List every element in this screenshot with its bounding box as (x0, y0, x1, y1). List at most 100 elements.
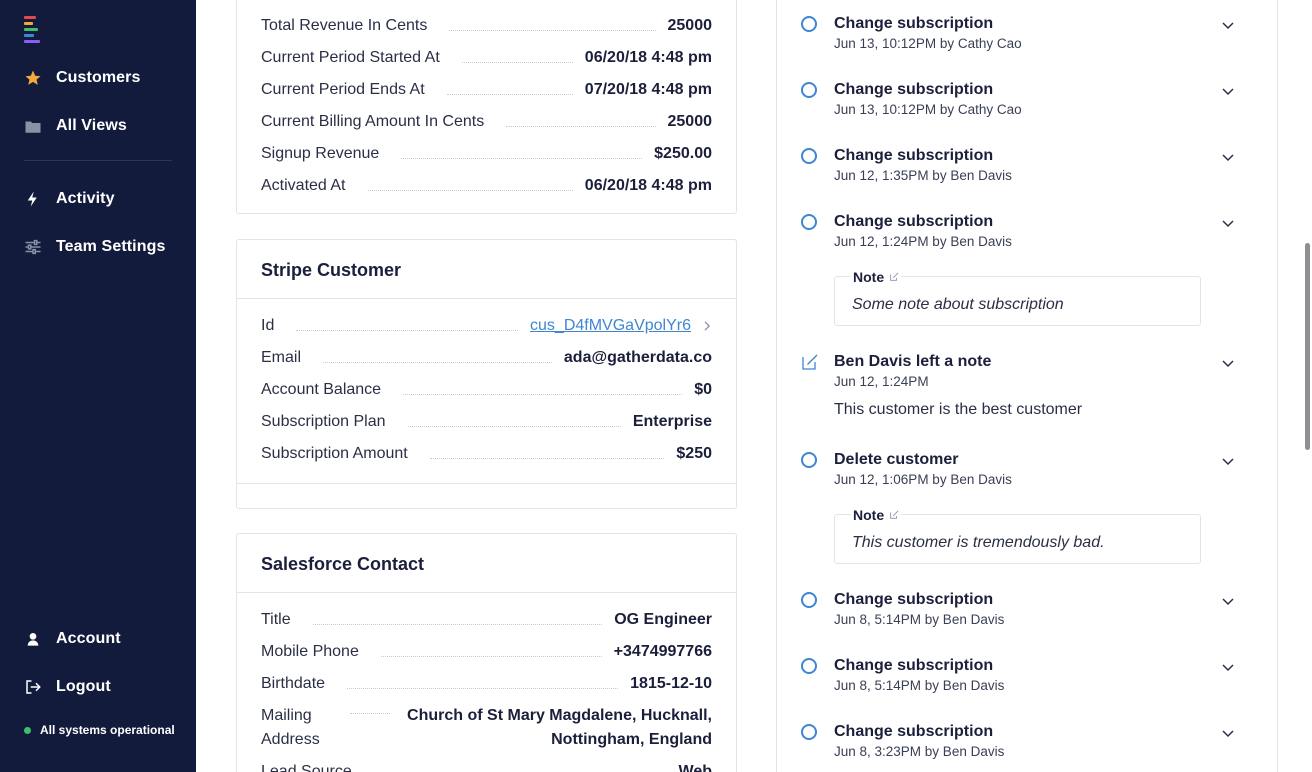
kv-row: Subscription Amount $250 (237, 438, 736, 470)
event-circle-icon (801, 658, 817, 674)
edit-icon[interactable] (889, 272, 899, 282)
timeline-item[interactable]: Change subscription Jun 13, 10:12PM by C… (801, 81, 1251, 121)
timeline-item[interactable]: Change subscription Jun 12, 1:24PM by Be… (801, 213, 1251, 328)
note-label: Note (851, 507, 902, 523)
chevron-down-icon[interactable] (1220, 725, 1236, 741)
kv-row: Mailing Address Church of St Mary Magdale… (237, 700, 736, 756)
timeline-item[interactable]: Change subscription Jun 8, 5:14PM by Ben… (801, 657, 1251, 697)
nav-customers-label: Customers (56, 69, 141, 86)
nav-logout-label: Logout (56, 678, 111, 695)
chevron-down-icon[interactable] (1220, 83, 1236, 99)
nav-account-label: Account (56, 630, 121, 647)
kv-key: Current Billing Amount In Cents (261, 113, 485, 130)
kv-value: 07/20/18 4:48 pm (584, 81, 712, 98)
chevron-down-icon[interactable] (1220, 149, 1236, 165)
kv-value: 06/20/18 4:48 pm (584, 49, 712, 66)
chevron-down-icon[interactable] (1220, 215, 1236, 231)
kv-value: $250.00 (654, 145, 712, 162)
kv-value: Web (678, 763, 712, 772)
timeline-meta: Jun 13, 10:12PM by Cathy Cao (834, 102, 1022, 117)
event-circle-icon (801, 16, 817, 32)
chevron-down-icon[interactable] (1220, 593, 1236, 609)
chevron-down-icon[interactable] (1220, 355, 1236, 371)
timeline-item[interactable]: Change subscription Jun 8, 5:14PM by Ben… (801, 591, 1251, 631)
chevron-down-icon[interactable] (1220, 659, 1236, 675)
kv-row: Title OG Engineer (237, 604, 736, 636)
timeline-meta: Jun 12, 1:24PM (834, 374, 929, 389)
kv-value: $0 (694, 381, 712, 398)
timeline-item[interactable]: Change subscription Jun 13, 10:12PM by C… (801, 15, 1251, 55)
user-icon (24, 630, 42, 648)
event-circle-icon (801, 148, 817, 164)
nav-all-views[interactable]: All Views (24, 114, 127, 138)
system-status: All systems operational (24, 723, 175, 737)
event-circle-icon (801, 592, 817, 608)
timeline-title: Change subscription (834, 723, 994, 740)
edit-icon[interactable] (889, 510, 899, 520)
main-content: Total Revenue In Cents 25000 Current Peri… (196, 0, 1312, 772)
timeline-title: Change subscription (834, 81, 994, 98)
kv-row: Current Billing Amount In Cents 25000 (237, 106, 736, 138)
timeline-title: Change subscription (834, 657, 994, 674)
note-box: Note Some note about subscription (834, 269, 1201, 326)
kv-key: Title (261, 611, 291, 628)
folder-icon (24, 117, 42, 135)
sliders-icon (24, 238, 42, 256)
timeline-item[interactable]: Change subscription Jun 8, 3:23PM by Ben… (801, 723, 1251, 763)
kv-value: 06/20/18 4:48 pm (584, 177, 712, 194)
timeline-title: Change subscription (834, 213, 994, 230)
nav-activity[interactable]: Activity (24, 187, 115, 211)
kv-row: Account Balance $0 (237, 374, 736, 406)
column-divider (1277, 0, 1278, 772)
kv-key: Activated At (261, 177, 346, 194)
timeline-meta: Jun 8, 5:14PM by Ben Davis (834, 612, 1005, 627)
timeline-meta: Jun 12, 1:24PM by Ben Davis (834, 234, 1012, 249)
nav-all-views-label: All Views (56, 117, 127, 134)
kv-key: Birthdate (261, 675, 326, 692)
nav-account[interactable]: Account (24, 627, 121, 651)
kv-value: 25000 (667, 17, 713, 34)
kv-key: Current Period Started At (261, 49, 440, 66)
star-icon (24, 69, 42, 87)
kv-row: Subscription Plan Enterprise (237, 406, 736, 438)
kv-row: Mobile Phone +3474997766 (237, 636, 736, 668)
app-logo[interactable] (24, 16, 42, 44)
nav-customers[interactable]: Customers (24, 66, 140, 90)
note-box: Note This customer is tremendously bad. (834, 507, 1201, 564)
timeline-meta: Jun 13, 10:12PM by Cathy Cao (834, 36, 1022, 51)
kv-value: 25000 (667, 113, 713, 130)
chevron-down-icon[interactable] (1220, 453, 1236, 469)
kv-value: $250 (676, 445, 712, 462)
note-label: Note (851, 269, 902, 285)
stripe-id-link[interactable]: cus_D4fMVGaVpolYr6 (530, 317, 691, 335)
kv-key: Mailing Address (261, 707, 320, 748)
kv-key: Subscription Plan (261, 413, 386, 430)
timeline-title: Change subscription (834, 591, 994, 608)
event-circle-icon (801, 724, 817, 740)
kv-key: Lead Source (261, 763, 352, 772)
chevron-down-icon[interactable] (1220, 17, 1236, 33)
kv-key: Current Period Ends At (261, 81, 425, 98)
card-title: Stripe Customer (237, 240, 736, 299)
nav-activity-label: Activity (56, 190, 115, 207)
logout-icon (24, 678, 42, 696)
kv-value: Church of St Mary Magdalene, Hucknall, No… (407, 707, 712, 748)
timeline-title: Change subscription (834, 147, 994, 164)
kv-row: Email ada@gatherdata.co (237, 342, 736, 374)
nav-team-settings[interactable]: Team Settings (24, 235, 165, 259)
scrollbar-thumb[interactable] (1305, 243, 1310, 450)
timeline-meta: Jun 8, 5:14PM by Ben Davis (834, 678, 1005, 693)
timeline-item[interactable]: Delete customer Jun 12, 1:06PM by Ben Da… (801, 451, 1251, 566)
chevron-right-icon[interactable] (703, 318, 712, 334)
kv-value: OG Engineer (614, 611, 712, 628)
timeline-title: Change subscription (834, 15, 994, 32)
nav-logout[interactable]: Logout (24, 675, 111, 699)
note-icon (802, 354, 818, 370)
timeline-item[interactable]: Change subscription Jun 12, 1:35PM by Be… (801, 147, 1251, 187)
timeline-meta: Jun 12, 1:35PM by Ben Davis (834, 168, 1012, 183)
kv-key: Total Revenue In Cents (261, 17, 428, 34)
kv-row: Current Period Started At 06/20/18 4:48 p… (237, 42, 736, 74)
timeline-title: Delete customer (834, 451, 959, 468)
sidebar-divider (24, 160, 172, 161)
timeline-note-item[interactable]: Ben Davis left a note Jun 12, 1:24PM Thi… (801, 353, 1251, 423)
